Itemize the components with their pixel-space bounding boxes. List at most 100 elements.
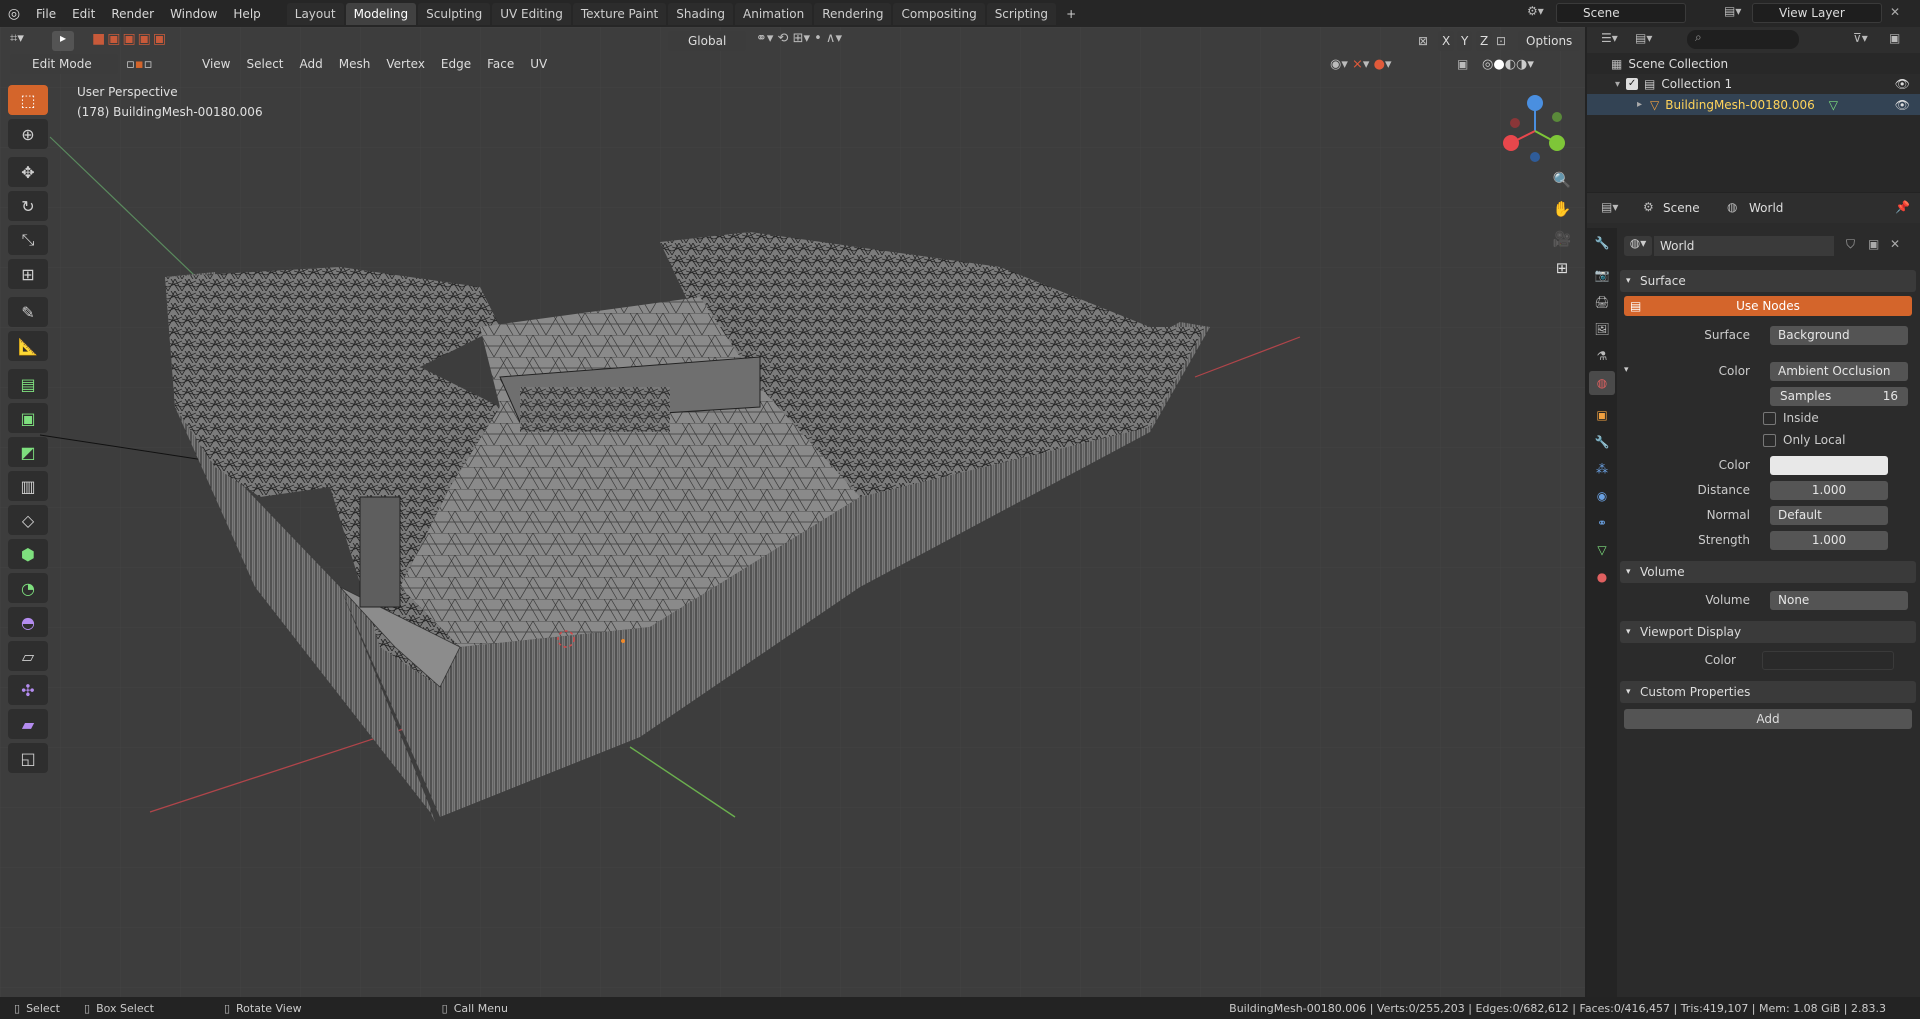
menu-select[interactable]: Select	[238, 54, 291, 74]
edge-slide-icon[interactable]: ▱	[8, 641, 48, 671]
strength-field[interactable]: 1.000	[1770, 531, 1888, 550]
visibility-overlay-icons[interactable]: ◉▾ ⨯▾ ●▾	[1330, 57, 1440, 72]
menu-render[interactable]: Render	[103, 7, 162, 21]
data-tab-icon[interactable]: ▽	[1589, 538, 1615, 562]
3d-viewport[interactable]: ⌗▾ ▸ ■▣▣▣▣ Global ⚭▾ ⟲ ⊞▾ • ∧▾ ⊠ X Y Z ⊡…	[0, 27, 1585, 997]
select-box-icon[interactable]: ⬚	[8, 85, 48, 115]
filter-icon[interactable]: ⊽▾	[1853, 31, 1868, 45]
scene-tab-icon[interactable]: ⚗	[1589, 344, 1615, 368]
collection-visibility-eye-icon[interactable]: 👁	[1895, 77, 1910, 91]
loop-cut-icon[interactable]: ▥	[8, 471, 48, 501]
menu-window[interactable]: Window	[162, 7, 225, 21]
topology-icon[interactable]: ⊡	[1496, 34, 1514, 48]
mode-dropdown[interactable]: Edit Mode	[10, 54, 118, 74]
tab-layout[interactable]: Layout	[286, 2, 344, 25]
move-icon[interactable]: ✥	[8, 157, 48, 187]
editor-type-icon[interactable]: ⌗▾	[10, 31, 36, 51]
xray-icon[interactable]: ▣	[1457, 57, 1475, 71]
distance-field[interactable]: 1.000	[1770, 481, 1888, 500]
outliner-search-input[interactable]: ⌕	[1687, 30, 1799, 49]
world-name-field[interactable]: World	[1654, 236, 1834, 256]
surface-shader-dropdown[interactable]: Background	[1770, 326, 1908, 345]
scene-name-field[interactable]: Scene	[1556, 3, 1686, 23]
menu-file[interactable]: File	[28, 7, 64, 21]
pan-hand-icon[interactable]: ✋	[1547, 194, 1577, 224]
pivot-snap-icons[interactable]: ⚭▾ ⟲ ⊞▾ • ∧▾	[756, 31, 896, 51]
viewport-color-swatch[interactable]	[1762, 651, 1894, 670]
menu-edge[interactable]: Edge	[433, 54, 479, 74]
navigation-gizmo[interactable]	[1495, 87, 1575, 167]
use-nodes-button[interactable]: ▤ Use Nodes	[1624, 296, 1912, 316]
normal-dropdown[interactable]: Default	[1770, 506, 1888, 525]
tab-uv-editing[interactable]: UV Editing	[492, 2, 571, 25]
select-tool-icon[interactable]: ▸	[52, 31, 74, 51]
world-browse-icon[interactable]: ◍▾	[1624, 236, 1652, 256]
expand-arrow-icon[interactable]: ▾	[1615, 79, 1620, 90]
blender-logo-icon[interactable]: ◎	[0, 0, 28, 27]
view-layer-icon[interactable]: ▤▾	[1724, 4, 1750, 22]
view-layer-tab-icon[interactable]: 🖼	[1589, 317, 1615, 341]
constraints-tab-icon[interactable]: ⚭	[1589, 511, 1615, 535]
tree-row-scene-collection[interactable]: ▦ Scene Collection	[1587, 54, 1920, 74]
scene-selector-icon[interactable]: ⚙▾	[1527, 4, 1553, 22]
tool-tab-icon[interactable]: 🔧	[1589, 231, 1615, 255]
surface-panel-header[interactable]: ▾ Surface	[1620, 270, 1916, 292]
tab-modeling[interactable]: Modeling	[345, 2, 417, 25]
inside-checkbox[interactable]	[1763, 412, 1776, 425]
physics-tab-icon[interactable]: ◉	[1589, 484, 1615, 508]
menu-mesh[interactable]: Mesh	[331, 54, 379, 74]
tab-scripting[interactable]: Scripting	[986, 2, 1057, 25]
object-visibility-eye-icon[interactable]: 👁	[1895, 98, 1910, 112]
volume-dropdown[interactable]: None	[1770, 591, 1908, 610]
add-workspace-button[interactable]: +	[1058, 3, 1084, 25]
menu-add[interactable]: Add	[292, 54, 331, 74]
shear-icon[interactable]: ▰	[8, 709, 48, 739]
smooth-icon[interactable]: ◓	[8, 607, 48, 637]
shrink-fatten-icon[interactable]: ✣	[8, 675, 48, 705]
extrude-icon[interactable]: ▤	[8, 369, 48, 399]
tree-row-object[interactable]: ▸ ▽ BuildingMesh-00180.006 ▽ 👁	[1587, 94, 1920, 115]
new-collection-icon[interactable]: ▣	[1889, 31, 1900, 45]
viewport-display-panel-header[interactable]: ▾ Viewport Display	[1620, 621, 1916, 643]
menu-face[interactable]: Face	[479, 54, 522, 74]
spin-icon[interactable]: ◔	[8, 573, 48, 603]
selection-mode-icons[interactable]: ■▣▣▣▣	[92, 31, 182, 51]
menu-vertex[interactable]: Vertex	[378, 54, 433, 74]
samples-field[interactable]: Samples 16	[1770, 387, 1908, 406]
new-world-icon[interactable]: ▣	[1868, 237, 1879, 251]
rotate-icon[interactable]: ↻	[8, 191, 48, 221]
annotate-icon[interactable]: ✎	[8, 297, 48, 327]
inset-icon[interactable]: ▣	[8, 403, 48, 433]
volume-panel-header[interactable]: ▾ Volume	[1620, 561, 1916, 583]
custom-properties-panel-header[interactable]: ▾ Custom Properties	[1620, 681, 1916, 703]
only-local-checkbox[interactable]	[1763, 434, 1776, 447]
tab-rendering[interactable]: Rendering	[814, 2, 892, 25]
expand-arrow-icon[interactable]: ▸	[1637, 99, 1642, 110]
close-view-layer-icon[interactable]: ✕	[1890, 5, 1900, 19]
transform-orientation-dropdown[interactable]: Global	[668, 31, 746, 51]
color-input-dropdown[interactable]: Ambient Occlusion	[1770, 362, 1908, 381]
unlink-world-icon[interactable]: ✕	[1890, 237, 1900, 251]
bevel-icon[interactable]: ◩	[8, 437, 48, 467]
color-expand-icon[interactable]: ▾	[1624, 365, 1629, 375]
options-dropdown[interactable]: Options	[1518, 31, 1581, 51]
render-tab-icon[interactable]: 📷	[1589, 263, 1615, 287]
properties-editor-icon[interactable]: ▤▾	[1601, 200, 1618, 214]
camera-icon[interactable]: 🎥	[1547, 224, 1577, 254]
menu-help[interactable]: Help	[225, 7, 268, 21]
axis-x-toggle[interactable]: X	[1438, 31, 1455, 51]
tab-shading[interactable]: Shading	[668, 2, 733, 25]
axis-z-toggle[interactable]: Z	[1476, 31, 1493, 51]
tab-sculpting[interactable]: Sculpting	[418, 2, 491, 25]
outliner-editor-icon[interactable]: ☰▾	[1601, 31, 1618, 45]
shading-mode-icons[interactable]: ◎●◐◑▾	[1482, 57, 1572, 72]
tab-texture-paint[interactable]: Texture Paint	[572, 2, 667, 25]
perspective-toggle-icon[interactable]: ⊞	[1547, 253, 1577, 283]
display-mode-icon[interactable]: ▤▾	[1635, 31, 1652, 45]
pin-icon[interactable]: 📌	[1895, 200, 1910, 214]
modifier-tab-icon[interactable]: 🔧	[1589, 430, 1615, 454]
axis-y-toggle[interactable]: Y	[1457, 31, 1473, 51]
world-tab-icon[interactable]: ◍	[1589, 371, 1615, 395]
tab-animation[interactable]: Animation	[735, 2, 813, 25]
view-layer-field[interactable]: View Layer	[1752, 3, 1882, 23]
